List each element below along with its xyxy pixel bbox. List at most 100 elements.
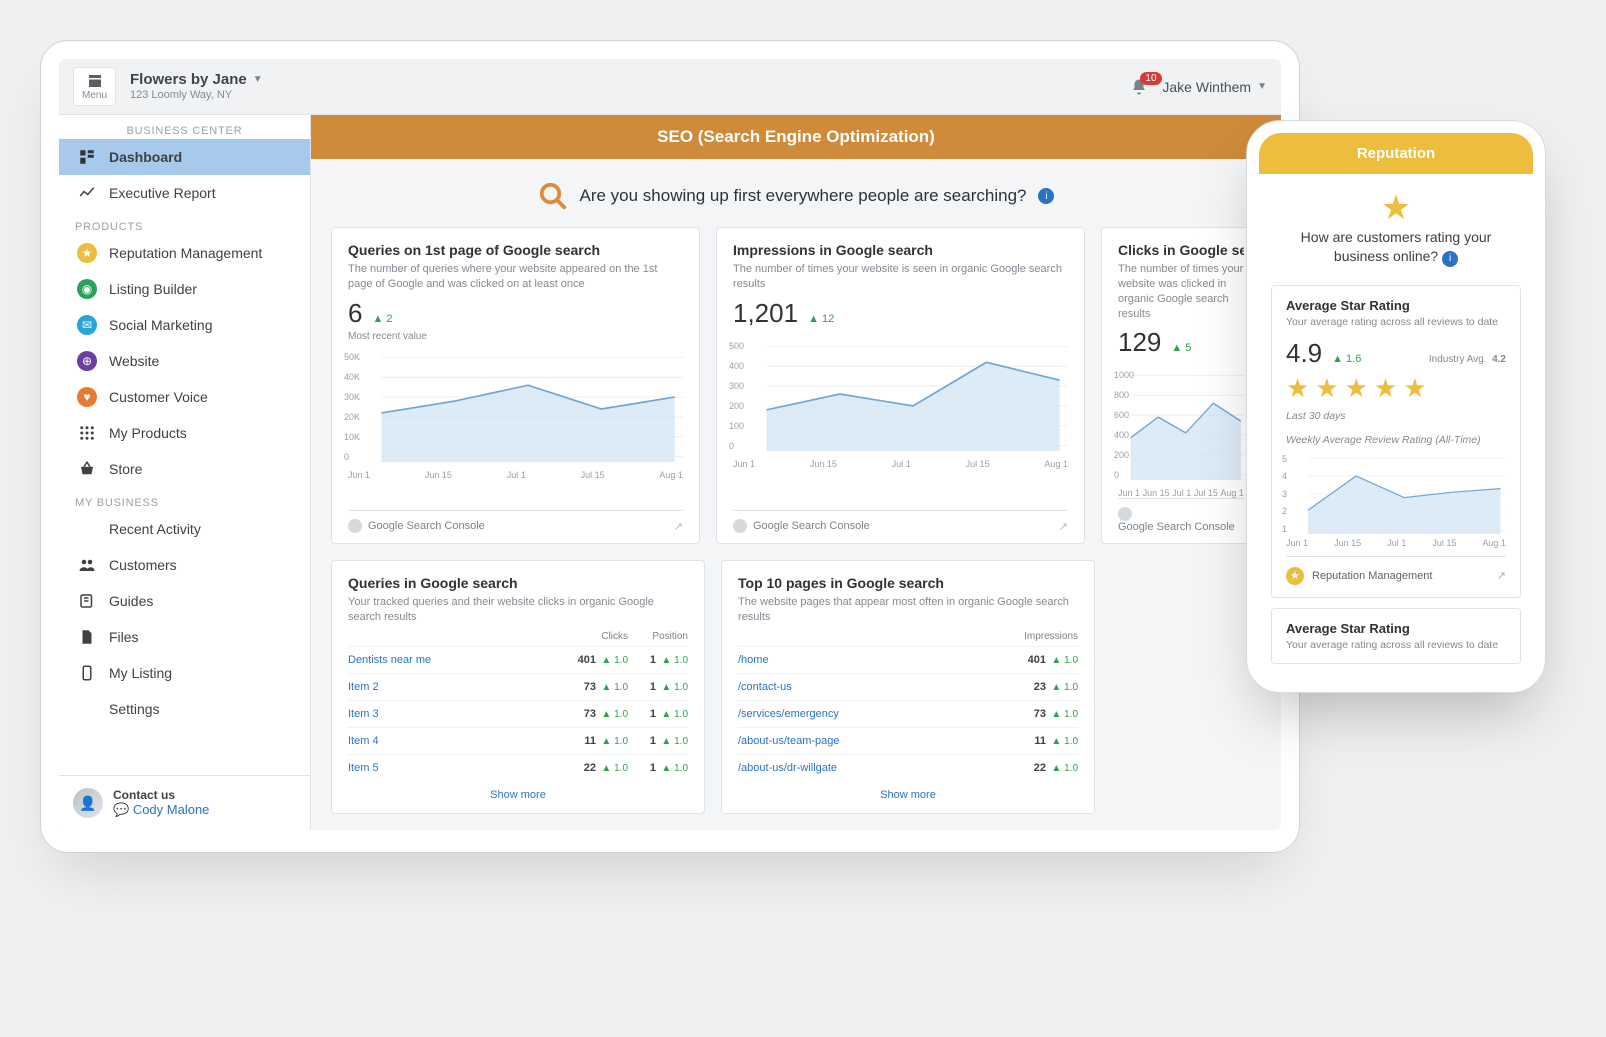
open-icon[interactable]: ↗ [1497,569,1506,582]
metric-value: 6 [348,298,362,329]
show-more-link[interactable]: Show more [738,781,1078,803]
contact-us[interactable]: 👤 Contact us 💬 Cody Malone [59,775,310,830]
sidebar-item-label: Files [109,629,139,645]
star-rating-display: ★★★★★ [1286,373,1506,404]
card-title: Average Star Rating [1286,621,1506,636]
sidebar-section-products: PRODUCTS [59,211,310,235]
sidebar-item-label: My Listing [109,665,172,681]
user-name-label: Jake Winthem [1162,79,1251,95]
sidebar-item-dashboard[interactable]: Dashboard [59,139,310,175]
row-delta-2: ▲ 1.0 [656,709,688,720]
row-value-2: 1 [628,708,656,720]
sidebar-item-my-products[interactable]: My Products [59,415,310,451]
mini-chart: 50K40K30K20K10K0 [348,352,683,462]
industry-avg-value: 4.2 [1492,354,1506,365]
card-title: Average Star Rating [1286,298,1506,313]
search-icon [538,181,568,211]
sidebar-item-my-listing[interactable]: My Listing [59,655,310,691]
card-clicks: Clicks in Google search The number of ti… [1101,227,1261,544]
sidebar-item-website[interactable]: ⊕Website [59,343,310,379]
page-headline: Are you showing up first everywhere peop… [311,159,1281,227]
open-icon[interactable]: ↗ [674,520,683,533]
globe-icon: ⊕ [77,351,97,371]
sidebar-item-customer-voice[interactable]: ♥Customer Voice [59,379,310,415]
sidebar-item-store[interactable]: Store [59,451,310,487]
metric-note: Most recent value [348,331,683,342]
sidebar-item-recent-activity[interactable]: ⟳Recent Activity [59,511,310,547]
book-icon [77,591,97,611]
chevron-down-icon: ▼ [253,74,263,86]
row-delta-2: ▲ 1.0 [656,736,688,747]
sidebar-item-files[interactable]: Files [59,619,310,655]
sidebar-item-settings[interactable]: ⚙Settings [59,691,310,727]
info-icon[interactable]: i [1442,251,1458,267]
row-delta: ▲ 1.0 [1046,655,1078,666]
user-menu[interactable]: Jake Winthem ▼ [1162,79,1267,95]
page-banner: SEO (Search Engine Optimization) [311,115,1281,159]
mini-chart: 5004003002001000 [733,341,1068,451]
menu-button[interactable]: Menu [73,67,116,106]
table-row[interactable]: Item 4 11 ▲ 1.0 1▲ 1.0 [348,727,688,754]
row-value: 73 [1018,708,1046,720]
open-icon[interactable]: ↗ [1059,520,1068,533]
sidebar-item-social-marketing[interactable]: ✉Social Marketing [59,307,310,343]
source-label: Google Search Console [753,520,870,532]
table-row[interactable]: Item 2 73 ▲ 1.0 1▲ 1.0 [348,673,688,700]
row-value: 401 [1018,654,1046,666]
card-subtitle: The number of times your website is seen… [733,262,1068,292]
sidebar-item-label: Guides [109,593,153,609]
contact-name: Cody Malone [133,802,210,817]
sidebar-section-mybusiness: MY BUSINESS [59,487,310,511]
phone-hero: ★ How are customers rating your business… [1259,174,1533,275]
card-title: Clicks in Google search [1118,242,1244,258]
sidebar-item-customers[interactable]: Customers [59,547,310,583]
sidebar-item-guides[interactable]: Guides [59,583,310,619]
info-icon[interactable]: i [1038,188,1054,204]
table-row[interactable]: /about-us/dr-willgate 22 ▲ 1.0 [738,754,1078,781]
sidebar-item-reputation[interactable]: ★Reputation Management [59,235,310,271]
heart-icon: ♥ [77,387,97,407]
card-subtitle: The website pages that appear most often… [738,595,1078,625]
row-delta: ▲ 1.0 [596,763,628,774]
card-footer: Google Search Console ↗ [733,510,1068,533]
row-value: 11 [568,735,596,747]
row-value: 22 [1018,762,1046,774]
table-row[interactable]: /contact-us 23 ▲ 1.0 [738,673,1078,700]
notifications-button[interactable]: 10 [1130,78,1148,96]
sidebar-item-listing-builder[interactable]: ◉Listing Builder [59,271,310,307]
row-value: 11 [1018,735,1046,747]
source-label: Reputation Management [1312,570,1432,582]
table-row[interactable]: Item 3 73 ▲ 1.0 1▲ 1.0 [348,700,688,727]
people-icon [77,555,97,575]
row-name: Item 3 [348,708,568,720]
table-body: /home 401 ▲ 1.0 /contact-us 23 ▲ 1.0 /se… [738,646,1078,781]
card-title: Impressions in Google search [733,242,1068,258]
rating-period: Last 30 days [1286,410,1506,422]
star-icon: ★ [1277,188,1515,228]
card-subtitle: The number of queries where your website… [348,262,683,292]
metric-value: 1,201 [733,298,798,329]
table-row[interactable]: /about-us/team-page 11 ▲ 1.0 [738,727,1078,754]
row-value-2: 1 [628,654,656,666]
table-row[interactable]: /services/emergency 73 ▲ 1.0 [738,700,1078,727]
business-selector[interactable]: Flowers by Jane▼ 123 Loomly Way, NY [130,71,263,102]
card-queries-table: Queries in Google search Your tracked qu… [331,560,705,814]
sidebar-section-center: BUSINESS CENTER [59,115,310,139]
table-row[interactable]: /home 401 ▲ 1.0 [738,646,1078,673]
card-impressions: Impressions in Google search The number … [716,227,1085,544]
row-delta-2: ▲ 1.0 [656,682,688,693]
table-row[interactable]: Dentists near me 401 ▲ 1.0 1▲ 1.0 [348,646,688,673]
show-more-link[interactable]: Show more [348,781,688,803]
rating-value: 4.9 [1286,338,1322,369]
avatar: 👤 [73,788,103,818]
table-row[interactable]: Item 5 22 ▲ 1.0 1▲ 1.0 [348,754,688,781]
x-axis-labels: Jun 1Jun 15Jul 1Jul 15Aug 1 [733,459,1068,469]
sidebar-item-label: Dashboard [109,149,182,165]
metric-delta: ▲ 5 [1171,342,1191,354]
phone-chart-title: Weekly Average Review Rating (All-Time) [1286,434,1506,446]
sidebar-item-executive-report[interactable]: Executive Report [59,175,310,211]
row-name: /contact-us [738,681,1018,693]
sidebar-item-label: Customers [109,557,177,573]
gear-icon: ⚙ [77,699,97,719]
rating-delta: ▲ 1.6 [1332,353,1361,365]
